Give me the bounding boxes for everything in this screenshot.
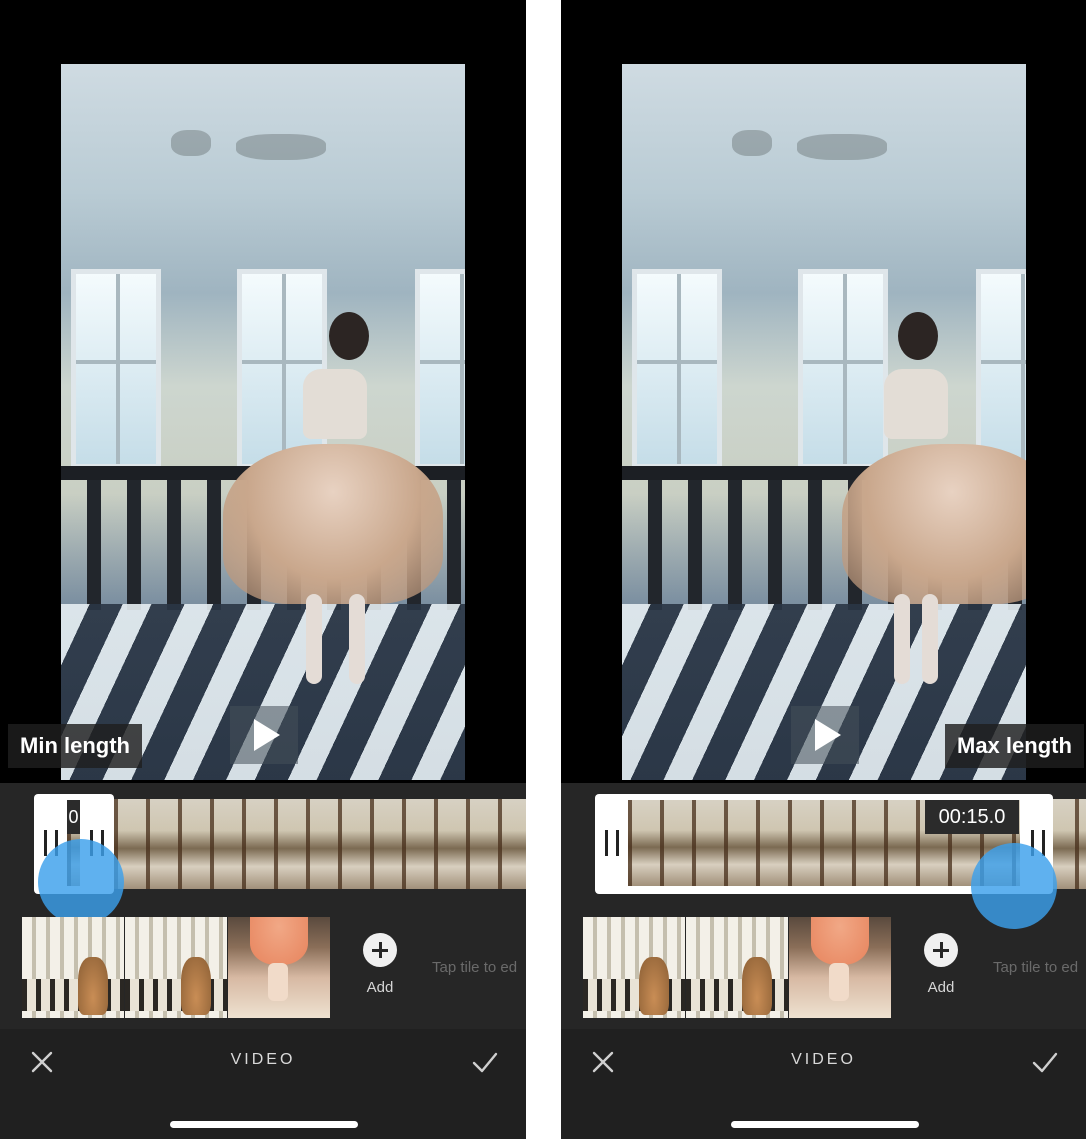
play-button[interactable] [230, 706, 298, 764]
dancer-leg [894, 594, 910, 684]
bottom-toolbar: VIDEO [561, 1029, 1086, 1139]
ceiling-stain [797, 134, 887, 160]
window [632, 269, 722, 469]
screen-max-length: Max length 00:15.0 Add Tap tile to ed VI… [561, 0, 1086, 1139]
play-button[interactable] [791, 706, 859, 764]
video-preview[interactable] [61, 64, 465, 780]
max-length-tooltip: Max length [945, 724, 1084, 768]
window [71, 269, 161, 469]
dancer-head [329, 312, 369, 360]
ceiling-stain [171, 130, 211, 156]
checkmark-icon[interactable] [1032, 1049, 1058, 1075]
touch-indicator [38, 839, 124, 925]
ceiling-stain [236, 134, 326, 160]
clip-tile[interactable] [686, 917, 788, 1018]
trim-duration: 00:15.0 [925, 800, 1019, 834]
checkmark-icon[interactable] [472, 1049, 498, 1075]
clip-tray [583, 917, 892, 1018]
dancer-top [303, 369, 367, 439]
home-indicator [731, 1121, 919, 1128]
screen-min-length: Min length 0 Add Tap tile to ed VIDEO [0, 0, 526, 1139]
clip-tile[interactable] [789, 917, 891, 1018]
tap-tile-hint: Tap tile to ed [993, 959, 1079, 976]
dancer-skirt [223, 444, 443, 604]
add-clip-button[interactable]: Add [911, 933, 971, 996]
window [415, 269, 465, 469]
dancer-leg [922, 594, 938, 684]
clip-tile[interactable] [125, 917, 227, 1018]
home-indicator [170, 1121, 358, 1128]
clip-tile[interactable] [583, 917, 685, 1018]
trim-duration: 0 [67, 800, 80, 834]
dancer-leg [349, 594, 365, 684]
editor-panel: 00:15.0 Add Tap tile to ed [561, 783, 1086, 1029]
min-length-tooltip: Min length [8, 724, 142, 768]
add-clip-button[interactable]: Add [350, 933, 410, 996]
timeline-strip[interactable] [114, 799, 526, 889]
window [798, 269, 888, 469]
tap-tile-hint: Tap tile to ed [432, 959, 518, 976]
mode-title: VIDEO [791, 1051, 856, 1068]
ceiling-stain [732, 130, 772, 156]
trim-handle-left[interactable] [605, 830, 619, 856]
window [976, 269, 1026, 469]
add-label: Add [366, 979, 394, 996]
video-preview[interactable] [622, 64, 1026, 780]
dancer-leg [306, 594, 322, 684]
touch-indicator [971, 843, 1057, 929]
clip-tile[interactable] [22, 917, 124, 1018]
bottom-toolbar: VIDEO [0, 1029, 526, 1139]
dancer-head [898, 312, 938, 360]
clip-tray [22, 917, 331, 1018]
clip-tile[interactable] [228, 917, 330, 1018]
dancer-skirt [842, 444, 1026, 604]
plus-icon [363, 933, 397, 967]
mode-title: VIDEO [230, 1051, 296, 1068]
add-label: Add [927, 979, 955, 996]
play-icon [815, 719, 841, 751]
editor-panel: 0 Add Tap tile to ed [0, 783, 526, 1029]
dancer-top [884, 369, 948, 439]
play-icon [254, 719, 280, 751]
plus-icon [924, 933, 958, 967]
window [237, 269, 327, 469]
